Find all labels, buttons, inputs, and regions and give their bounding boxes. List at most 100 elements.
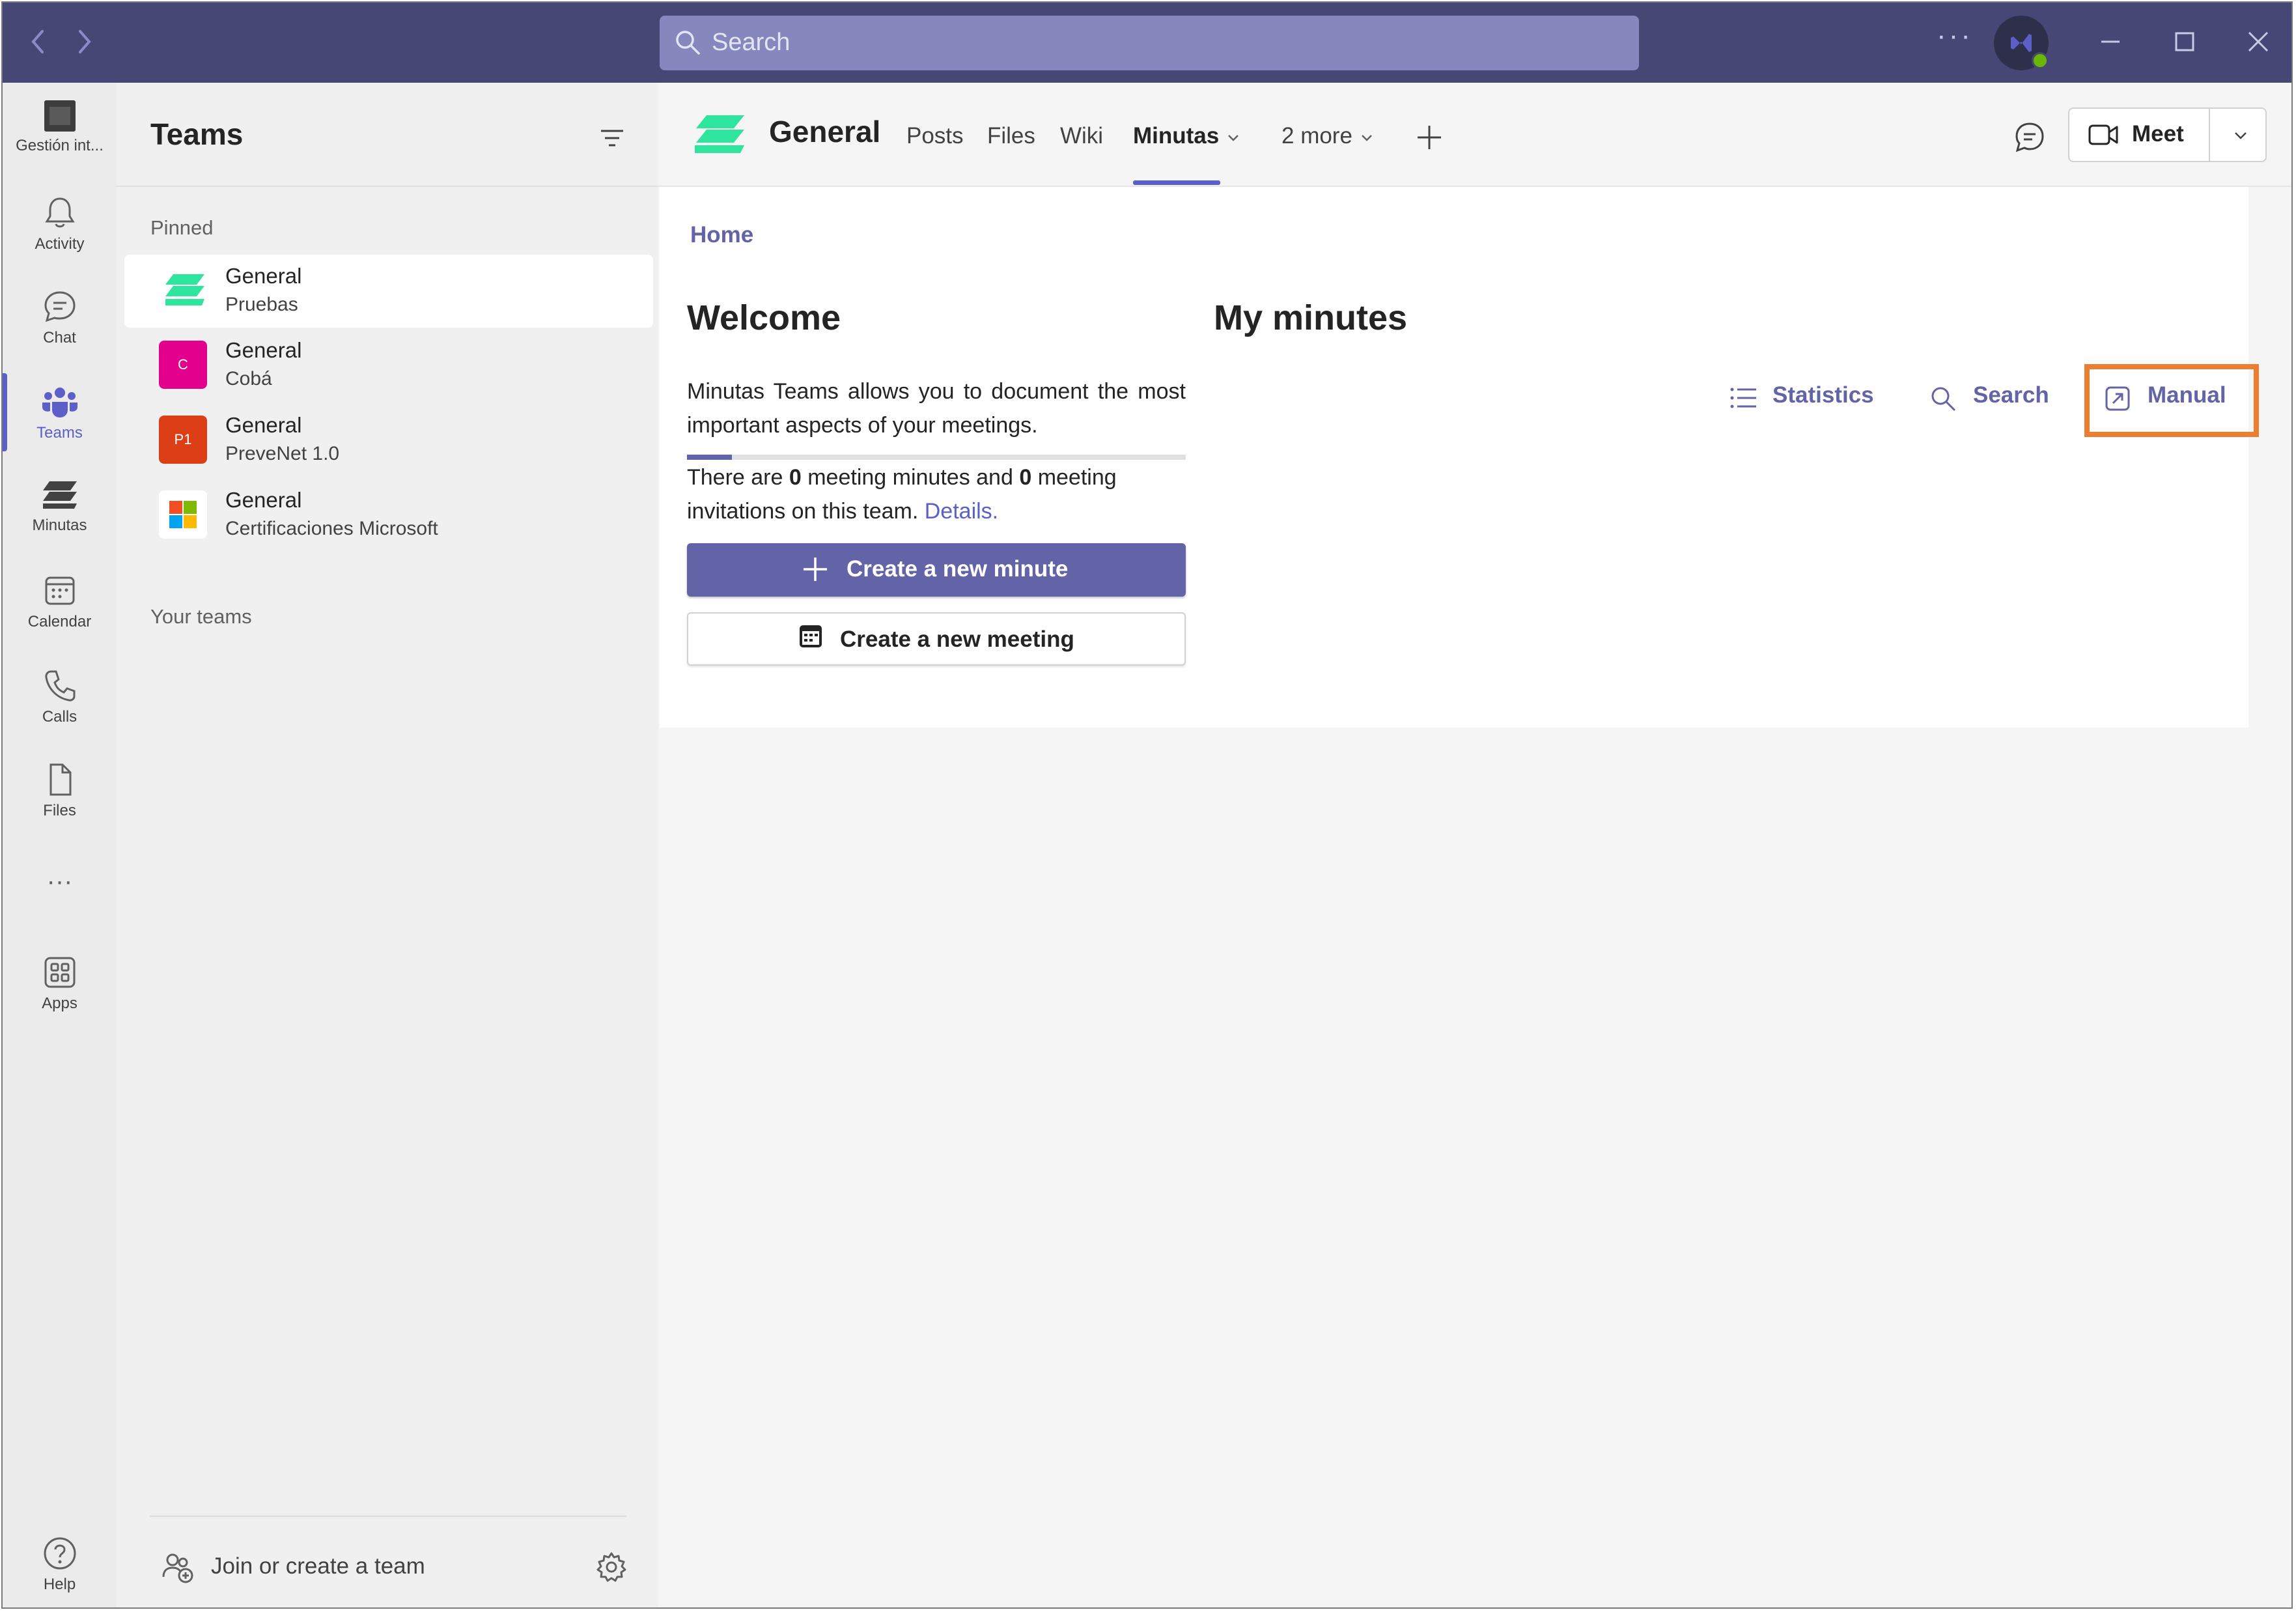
add-people-icon[interactable] xyxy=(161,1551,195,1585)
microsoft-logo-icon xyxy=(159,490,207,539)
rail-label: Minutas xyxy=(32,516,87,534)
close-icon[interactable] xyxy=(2243,26,2274,57)
breadcrumb-home[interactable]: Home xyxy=(690,222,753,248)
minimize-icon[interactable] xyxy=(2095,26,2126,57)
search-label: Search xyxy=(1973,382,2049,408)
channel-name: General xyxy=(225,264,302,288)
presence-available-icon xyxy=(2032,52,2049,69)
more-icon: ··· xyxy=(46,867,73,896)
minutes-count: 0 xyxy=(789,465,802,490)
minutas-logo-icon xyxy=(165,274,204,305)
your-teams-label: Your teams xyxy=(150,605,252,628)
chevron-down-icon xyxy=(1361,134,1372,141)
rail-label: Gestión int... xyxy=(16,137,104,154)
tab-posts[interactable]: Posts xyxy=(906,123,964,149)
counts-middle: meeting minutes and xyxy=(807,465,1013,490)
create-minute-button[interactable]: Create a new minute xyxy=(687,543,1186,597)
add-tab-icon[interactable] xyxy=(1414,122,1445,153)
join-or-create-team-link[interactable]: Join or create a team xyxy=(211,1553,425,1579)
team-row-certificaciones[interactable]: General Certificaciones Microsoft xyxy=(124,479,653,552)
rail-item-calls[interactable]: Calls xyxy=(3,668,117,752)
minutas-tab-content: Home Welcome Minutas Teams allows you to… xyxy=(660,187,2259,728)
divider xyxy=(2209,107,2210,162)
rail-item-activity[interactable]: Activity xyxy=(3,195,117,279)
statistics-label: Statistics xyxy=(1772,382,1874,408)
pinned-label: Pinned xyxy=(150,216,214,239)
divider xyxy=(117,186,658,187)
rail-item-more[interactable]: ··· xyxy=(3,863,117,948)
minutas-logo-icon xyxy=(695,115,744,153)
channel-header: General Posts Files Wiki Minutas 2 more … xyxy=(658,83,2291,187)
video-camera-icon xyxy=(2088,124,2118,145)
file-icon xyxy=(49,763,71,796)
back-arrow-icon[interactable] xyxy=(25,22,51,61)
active-tab-indicator xyxy=(1133,180,1220,185)
rail-item-calendar[interactable]: Calendar xyxy=(3,573,117,657)
list-icon xyxy=(1730,388,1756,408)
meet-button[interactable]: Meet xyxy=(2068,107,2267,162)
team-name: Pruebas xyxy=(225,294,298,315)
rail-label: Files xyxy=(43,802,76,819)
rail-label: Help xyxy=(43,1576,76,1593)
calendar-icon xyxy=(800,625,822,647)
rail-label: Activity xyxy=(35,235,85,253)
rail-item-files[interactable]: Files xyxy=(3,761,117,846)
apps-icon xyxy=(44,957,75,988)
more-options-button[interactable]: ··· xyxy=(1937,20,1973,52)
pane-title: Teams xyxy=(150,117,244,151)
progress-fill xyxy=(687,455,732,460)
create-meeting-button[interactable]: Create a new meeting xyxy=(687,612,1186,666)
user-avatar[interactable] xyxy=(1994,16,2049,70)
tab-minutas[interactable]: Minutas xyxy=(1133,123,1241,149)
chevron-down-icon xyxy=(1228,134,1239,141)
plus-icon xyxy=(804,558,827,581)
meet-label: Meet xyxy=(2132,121,2184,147)
welcome-description: Minutas Teams allows you to document the… xyxy=(687,379,1186,438)
teams-window: Search ··· Gestión int... Activity Chat … xyxy=(1,1,2293,1609)
team-row-prevenet[interactable]: P1 General PreveNet 1.0 xyxy=(124,404,653,477)
divider xyxy=(150,1516,626,1517)
create-meeting-label: Create a new meeting xyxy=(840,627,1074,652)
progress-bar xyxy=(687,455,1186,460)
app-rail: Gestión int... Activity Chat Teams Minut… xyxy=(3,83,117,1607)
rail-item-teams[interactable]: Teams xyxy=(3,384,117,468)
details-link[interactable]: Details. xyxy=(925,499,998,524)
app-tile-icon xyxy=(44,100,76,132)
search-button[interactable]: Search xyxy=(1929,382,2053,415)
rail-item-help[interactable]: Help xyxy=(3,1535,117,1607)
search-input[interactable]: Search xyxy=(660,16,1639,70)
chat-icon xyxy=(44,291,76,322)
teams-pane: Teams Pinned General Pruebas C General C… xyxy=(117,83,658,1607)
rail-item-chat[interactable]: Chat xyxy=(3,289,117,373)
rail-label: Calendar xyxy=(27,613,92,630)
bell-icon xyxy=(44,197,75,228)
channel-name: General xyxy=(225,338,302,362)
conversation-icon[interactable] xyxy=(2013,120,2047,154)
rail-item-minutas[interactable]: Minutas xyxy=(3,479,117,563)
rail-item-apps[interactable]: Apps xyxy=(3,954,117,1039)
minutas-icon xyxy=(42,481,77,509)
tab-files[interactable]: Files xyxy=(987,123,1035,149)
create-minute-label: Create a new minute xyxy=(847,556,1069,582)
calendar-icon xyxy=(45,576,74,605)
tab-more[interactable]: 2 more xyxy=(1281,123,1375,149)
statistics-button[interactable]: Statistics xyxy=(1729,382,1874,415)
maximize-icon[interactable] xyxy=(2169,26,2200,57)
team-row-pruebas[interactable]: General Pruebas xyxy=(124,255,653,328)
team-avatar: C xyxy=(159,341,207,389)
tab-wiki[interactable]: Wiki xyxy=(1060,123,1103,149)
rail-label: Teams xyxy=(36,424,83,442)
title-bar: Search ··· xyxy=(3,3,2291,83)
help-icon xyxy=(44,1537,76,1570)
rail-item-gestion[interactable]: Gestión int... xyxy=(3,99,117,184)
filter-icon[interactable] xyxy=(597,123,627,153)
team-name: Certificaciones Microsoft xyxy=(225,518,438,539)
my-minutes-title: My minutes xyxy=(1214,298,1408,337)
forward-arrow-icon[interactable] xyxy=(71,22,97,61)
team-row-coba[interactable]: C General Cobá xyxy=(124,329,653,402)
team-avatar: P1 xyxy=(159,416,207,464)
gear-icon[interactable] xyxy=(595,1551,628,1583)
team-name: PreveNet 1.0 xyxy=(225,443,340,464)
channel-name: General xyxy=(225,488,302,512)
chevron-down-icon[interactable] xyxy=(2231,126,2250,145)
